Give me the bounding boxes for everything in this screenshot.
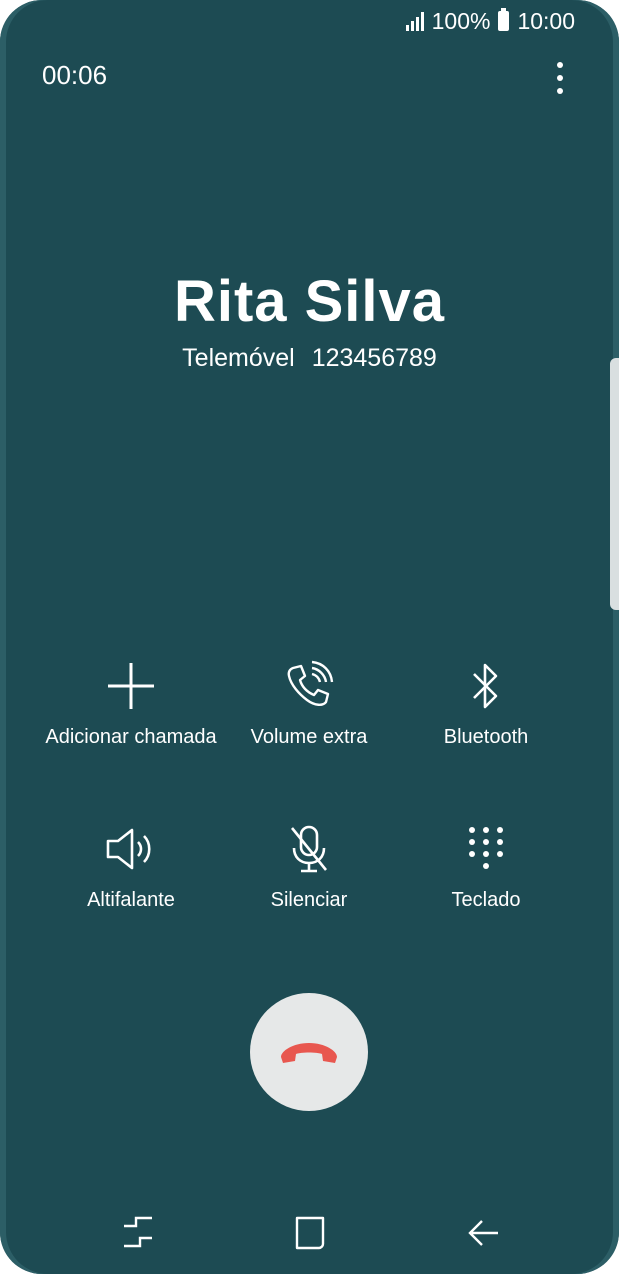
recent-apps-icon[interactable] bbox=[118, 1212, 158, 1252]
keypad-icon bbox=[383, 821, 589, 877]
call-duration: 00:06 bbox=[42, 60, 108, 90]
mute-label: Silenciar bbox=[270, 889, 348, 911]
status-bar: 100% 10:00 bbox=[405, 6, 575, 36]
add-call-button[interactable]: Adicionar chamada bbox=[28, 658, 234, 749]
mute-mic-icon bbox=[206, 821, 412, 877]
volume-extra-label: Volume extra bbox=[250, 726, 368, 748]
end-call-icon bbox=[281, 1043, 337, 1063]
navigation-bar bbox=[0, 1212, 619, 1258]
mute-button[interactable]: Silenciar bbox=[206, 821, 412, 912]
speaker-label: Altifalante bbox=[87, 889, 175, 911]
phone-number: 123456789 bbox=[311, 344, 437, 372]
signal-icon bbox=[405, 11, 424, 31]
bluetooth-icon bbox=[383, 658, 589, 714]
clock: 10:00 bbox=[517, 7, 575, 34]
contact-number: Telemóvel 123456789 bbox=[0, 344, 619, 373]
end-call-button[interactable] bbox=[250, 993, 368, 1111]
number-type: Telemóvel bbox=[182, 344, 295, 372]
add-call-icon bbox=[28, 658, 234, 714]
back-icon[interactable] bbox=[464, 1212, 504, 1252]
volume-extra-button[interactable]: Volume extra bbox=[206, 658, 412, 749]
speaker-button[interactable]: Altifalante bbox=[28, 821, 234, 912]
more-options-icon[interactable] bbox=[553, 62, 567, 94]
add-call-label: Adicionar chamada bbox=[45, 726, 217, 748]
battery-percent: 100% bbox=[431, 7, 491, 34]
volume-extra-icon bbox=[206, 658, 412, 714]
call-screen: 100% 10:00 00:06 Rita Silva Telemóvel 12… bbox=[0, 0, 619, 1274]
contact-name: Rita Silva bbox=[173, 269, 446, 334]
bluetooth-button[interactable]: Bluetooth bbox=[383, 658, 589, 749]
keypad-button[interactable]: Teclado bbox=[383, 821, 589, 912]
speaker-icon bbox=[28, 821, 234, 877]
edge-panel-handle[interactable] bbox=[610, 358, 619, 610]
keypad-label: Teclado bbox=[451, 889, 521, 911]
bluetooth-label: Bluetooth bbox=[443, 726, 529, 748]
home-icon[interactable] bbox=[290, 1212, 330, 1252]
battery-icon bbox=[498, 8, 510, 31]
